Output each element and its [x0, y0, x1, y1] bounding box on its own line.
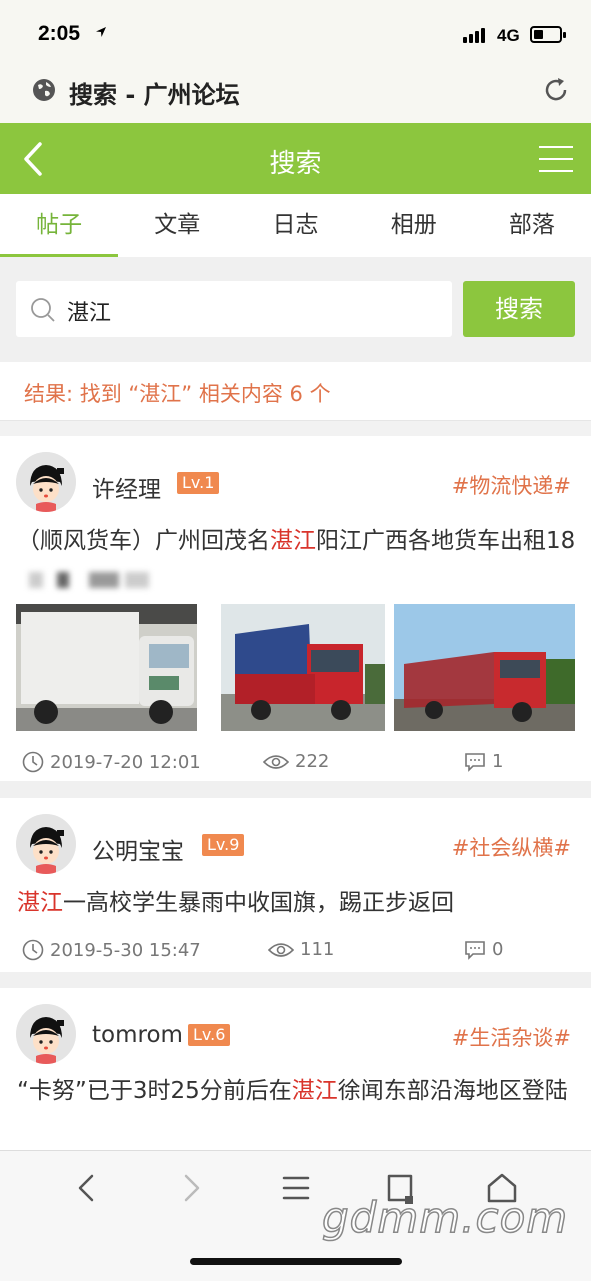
- comment-count: 0: [492, 939, 504, 960]
- browser-forward-icon[interactable]: [172, 1170, 208, 1206]
- redacted-phone-blur: [29, 571, 149, 588]
- truck-image[interactable]: [221, 604, 385, 731]
- post-views: 111: [268, 939, 334, 960]
- title-text: 徐闻东部沿海地区登陆: [337, 1078, 568, 1104]
- post-date-text: 2019-5-30 15:47: [50, 939, 201, 961]
- view-count: 111: [300, 939, 335, 960]
- avatar[interactable]: [16, 814, 76, 874]
- tab-groups[interactable]: 部落: [473, 194, 591, 257]
- search-button[interactable]: 搜索: [463, 281, 575, 337]
- search-icon: [31, 298, 55, 322]
- post-date: 2019-7-20 12:01: [22, 751, 201, 773]
- post-author[interactable]: 公明宝宝: [92, 832, 184, 866]
- post-comments: 0: [464, 939, 503, 960]
- post-card[interactable]: tomrom Lv.6 #生活杂谈# “卡努”已于3时25分前后在湛江徐闻东部沿…: [0, 988, 591, 1150]
- post-author[interactable]: 许经理: [92, 470, 161, 504]
- result-summary: 结果: 找到 “湛江” 相关内容 6 个: [24, 382, 331, 406]
- view-count: 222: [295, 751, 330, 772]
- search-tabs: 帖子 文章 日志 相册 部落: [0, 194, 591, 257]
- clock-icon: [22, 939, 44, 961]
- signal-icon: [463, 28, 485, 43]
- title-text: （顺风货车）广州回茂名: [17, 528, 270, 554]
- globe-icon: [33, 79, 55, 101]
- post-title[interactable]: “卡努”已于3时25分前后在湛江徐闻东部沿海地区登陆: [17, 1072, 577, 1110]
- title-keyword-highlight: 湛江: [291, 1078, 338, 1104]
- level-badge: Lv.9: [202, 834, 245, 856]
- post-comments: 1: [464, 751, 503, 772]
- post-images: [16, 604, 575, 731]
- clock-icon: [22, 751, 44, 773]
- post-card[interactable]: 许经理 Lv.1 #物流快递# （顺风货车）广州回茂名湛江阳江广西各地货车出租1…: [0, 436, 591, 781]
- title-text: 一高校学生暴雨中收国旗，踢正步返回: [63, 890, 454, 916]
- hamburger-menu-icon[interactable]: [539, 146, 573, 174]
- eye-icon: [268, 942, 294, 957]
- post-date-text: 2019-7-20 12:01: [50, 751, 201, 773]
- browser-menu-icon[interactable]: [278, 1170, 314, 1206]
- watermark: gdmm.com: [321, 1192, 569, 1243]
- post-author[interactable]: tomrom: [92, 1022, 183, 1048]
- status-time: 2:05: [38, 22, 81, 45]
- tab-articles[interactable]: 文章: [118, 194, 236, 257]
- tab-albums[interactable]: 相册: [355, 194, 473, 257]
- title-text: “卡努”已于3时25分前后在: [17, 1078, 292, 1104]
- title-text: 阳江广西各地货车出租18: [316, 528, 576, 554]
- reload-icon[interactable]: [542, 76, 570, 104]
- tab-posts[interactable]: 帖子: [0, 194, 119, 257]
- title-keyword-highlight: 湛江: [17, 890, 63, 916]
- comment-icon: [465, 940, 485, 960]
- network-label: 4G: [497, 26, 520, 45]
- post-views: 222: [263, 751, 329, 772]
- level-badge: Lv.1: [177, 472, 220, 494]
- browser-page-title[interactable]: 搜索 - 广州论坛: [69, 75, 240, 110]
- comment-icon: [465, 752, 485, 772]
- level-badge: Lv.6: [188, 1024, 231, 1046]
- post-title[interactable]: 湛江一高校学生暴雨中收国旗，踢正步返回: [17, 884, 577, 922]
- header-title: 搜索: [269, 149, 322, 179]
- post-category-tag[interactable]: #社会纵横#: [452, 832, 571, 862]
- divider: [0, 972, 591, 988]
- post-title[interactable]: （顺风货车）广州回茂名湛江阳江广西各地货车出租18: [17, 522, 577, 598]
- truck-image[interactable]: [16, 604, 197, 731]
- battery-icon: [530, 26, 566, 43]
- avatar[interactable]: [16, 452, 76, 512]
- location-arrow-icon: [96, 27, 106, 37]
- comment-count: 1: [492, 751, 504, 772]
- post-card[interactable]: 公明宝宝 Lv.9 #社会纵横# 湛江一高校学生暴雨中收国旗，踢正步返回 201…: [0, 798, 591, 972]
- divider: [0, 781, 591, 798]
- post-category-tag[interactable]: #生活杂谈#: [452, 1022, 571, 1052]
- search-input-value[interactable]: 湛江: [67, 295, 111, 327]
- home-indicator[interactable]: [190, 1258, 402, 1265]
- truck-image[interactable]: [394, 604, 575, 731]
- tab-blogs[interactable]: 日志: [236, 194, 354, 257]
- title-keyword-highlight: 湛江: [270, 528, 316, 554]
- eye-icon: [263, 754, 289, 769]
- browser-back-icon[interactable]: [70, 1170, 106, 1206]
- post-category-tag[interactable]: #物流快递#: [452, 470, 571, 500]
- avatar[interactable]: [16, 1004, 76, 1064]
- post-date: 2019-5-30 15:47: [22, 939, 201, 961]
